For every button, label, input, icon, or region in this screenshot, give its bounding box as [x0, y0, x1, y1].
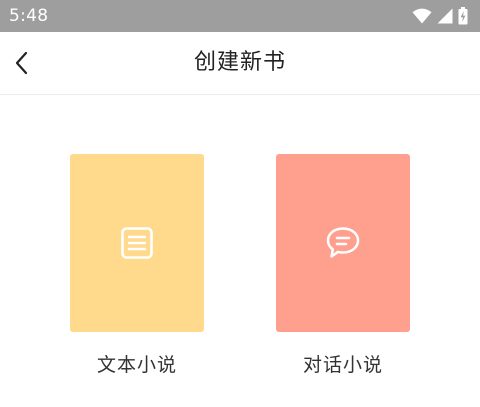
dialog-novel-option[interactable]: 对话小说 [276, 154, 410, 377]
document-icon [121, 227, 153, 259]
text-novel-option[interactable]: 文本小说 [70, 154, 204, 377]
dialog-novel-label: 对话小说 [302, 354, 383, 376]
status-bar: 5:48 [0, 0, 480, 32]
status-time: 5:48 [9, 6, 49, 26]
text-novel-card[interactable] [70, 154, 204, 332]
wifi-icon [412, 8, 432, 24]
signal-icon [437, 8, 453, 24]
chat-bubble-icon [326, 227, 360, 258]
app-bar: 创建新书 [0, 32, 480, 95]
text-novel-label: 文本小说 [96, 354, 177, 376]
status-icons [412, 7, 468, 25]
page-title: 创建新书 [193, 50, 286, 75]
battery-icon [458, 7, 468, 25]
dialog-novel-card[interactable] [276, 154, 410, 332]
